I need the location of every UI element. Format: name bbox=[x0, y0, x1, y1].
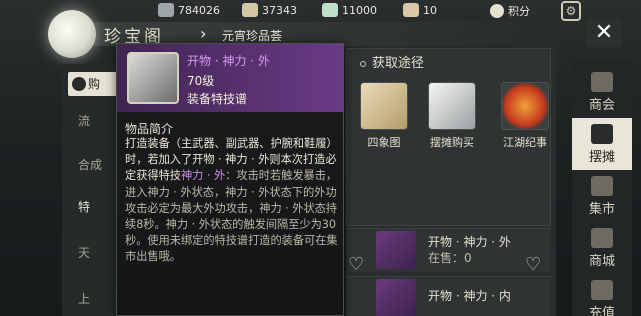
settings-gear-icon[interactable]: ⚙ bbox=[561, 1, 581, 21]
red-pouch-icon bbox=[501, 82, 549, 130]
buy-button-label: 购 bbox=[88, 77, 101, 91]
nav-chongzhi[interactable]: 充值 bbox=[572, 274, 632, 316]
currency-jade-value: 10 bbox=[423, 3, 437, 17]
listing-row[interactable]: 开物 · 神力 · 内 bbox=[346, 276, 551, 316]
bullet-icon bbox=[360, 60, 366, 67]
gold-ingot-icon bbox=[242, 3, 258, 17]
moon-emblem-icon bbox=[48, 10, 96, 58]
shop-icon bbox=[591, 72, 613, 92]
desc-highlight: 神力 · 外 bbox=[180, 169, 226, 183]
item-level: 70级 bbox=[187, 74, 215, 88]
breadcrumb-arrow-icon[interactable]: › bbox=[200, 24, 206, 43]
left-item-3[interactable]: 特 bbox=[78, 198, 90, 215]
nav-label: 集市 bbox=[588, 202, 615, 217]
currency-silver-value: 784026 bbox=[178, 3, 220, 17]
feather-token-icon bbox=[322, 3, 338, 17]
silver-coin-icon bbox=[158, 3, 174, 17]
mall-icon bbox=[591, 228, 613, 248]
currency-gold: 37343 bbox=[242, 3, 297, 17]
listing-name: 开物 · 神力 · 内 bbox=[428, 289, 511, 303]
currency-token-value: 11000 bbox=[342, 3, 377, 17]
scroll-map-icon bbox=[360, 82, 408, 130]
item-thumbnail bbox=[376, 231, 416, 269]
stall-icon bbox=[591, 124, 613, 144]
currency-points[interactable]: 积分 bbox=[490, 3, 530, 19]
item-intro-heading: 物品简介 bbox=[125, 122, 174, 136]
nav-label: 商会 bbox=[588, 98, 615, 113]
nav-shangcheng[interactable]: 商城 bbox=[572, 222, 632, 274]
source-label: 四象图 bbox=[367, 136, 401, 149]
source-item-sixiangtu[interactable]: 四象图 bbox=[356, 82, 412, 150]
item-tooltip: 开物 · 神力 · 外 70级 装备特技谱 物品简介 打造装备（主武器、副武器、… bbox=[116, 43, 344, 316]
nav-baitan[interactable]: 摆摊 bbox=[572, 118, 632, 170]
item-type: 装备特技谱 bbox=[187, 92, 248, 106]
nav-label: 商城 bbox=[588, 254, 615, 269]
acquire-source-title: 获取途径 bbox=[360, 52, 424, 71]
market-icon bbox=[591, 176, 613, 196]
close-button[interactable]: ✕ bbox=[586, 19, 622, 47]
left-item-2[interactable]: 合成 bbox=[78, 156, 102, 173]
currency-silver: 784026 bbox=[158, 3, 220, 17]
nav-jishi[interactable]: 集市 bbox=[572, 170, 632, 222]
acquire-source-title-text: 获取途径 bbox=[372, 56, 425, 71]
listing-row[interactable]: 开物 · 神力 · 外 在售：0 bbox=[346, 228, 551, 272]
item-thumbnail bbox=[376, 279, 416, 316]
nav-label: 充值 bbox=[588, 306, 615, 316]
recharge-icon bbox=[591, 280, 613, 300]
item-name: 开物 · 神力 · 外 bbox=[187, 54, 270, 68]
nav-shanghui[interactable]: 商会 bbox=[572, 66, 632, 118]
listing-stock: 在售：0 bbox=[428, 251, 472, 265]
listing-name: 开物 · 神力 · 外 bbox=[428, 235, 511, 249]
source-item-jianghu[interactable]: 江湖纪事 bbox=[497, 82, 553, 150]
breadcrumb[interactable]: 元宵珍品荟 bbox=[222, 27, 282, 44]
left-item-4[interactable]: 天 bbox=[78, 244, 90, 261]
nav-label: 摆摊 bbox=[588, 150, 615, 165]
source-label: 江湖纪事 bbox=[503, 136, 547, 149]
favorite-heart-icon[interactable]: ♡ bbox=[525, 254, 541, 275]
desc-part2: ：攻击时若触发暴击，进入神力 · 外状态，神力 · 外状态下的外功攻击必定为最大… bbox=[125, 169, 338, 264]
silver-ingot-icon bbox=[428, 82, 476, 130]
left-item-1[interactable]: 流 bbox=[78, 112, 90, 129]
item-description: 打造装备（主武器、副武器、护腕和鞋履）时，若加入了开物 · 神力 · 外则本次打… bbox=[125, 136, 339, 266]
currency-jade: 10 bbox=[403, 3, 437, 17]
currency-points-label: 积分 bbox=[508, 5, 530, 18]
left-item-6[interactable]: 上 bbox=[78, 290, 90, 307]
favorite-heart-icon[interactable]: ♡ bbox=[348, 254, 364, 275]
skill-manual-icon bbox=[127, 52, 179, 104]
currency-gold-value: 37343 bbox=[262, 3, 297, 17]
points-icon bbox=[490, 4, 504, 18]
currency-token: 11000 bbox=[322, 3, 377, 17]
source-item-stall[interactable]: 摆摊购买 bbox=[424, 82, 480, 150]
source-label: 摆摊购买 bbox=[430, 136, 474, 149]
jade-icon bbox=[403, 3, 419, 17]
buy-icon bbox=[72, 77, 86, 91]
